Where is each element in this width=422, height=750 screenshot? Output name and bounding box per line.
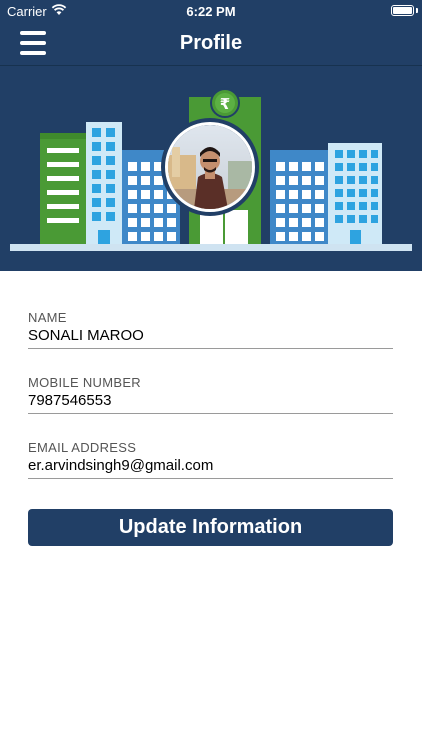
profile-header: Carrier 6:22 PM Profile ₹ — [0, 0, 422, 271]
mobile-label: MOBILE NUMBER — [28, 375, 141, 390]
rupee-icon: ₹ — [220, 95, 230, 113]
navigation-bar: Profile — [0, 22, 422, 66]
profile-form: NAME MOBILE NUMBER EMAIL ADDRESS — [28, 310, 393, 505]
status-bar: Carrier 6:22 PM — [0, 0, 422, 22]
profile-photo — [168, 125, 252, 209]
name-field-group: NAME — [28, 310, 393, 375]
profile-avatar-frame — [161, 118, 259, 216]
mobile-input[interactable] — [28, 391, 393, 414]
avatar[interactable] — [165, 122, 255, 212]
mobile-field-group: MOBILE NUMBER — [28, 375, 393, 440]
email-label: EMAIL ADDRESS — [28, 440, 137, 455]
email-field-group: EMAIL ADDRESS — [28, 440, 393, 505]
battery-tip — [416, 8, 418, 13]
name-input[interactable] — [28, 326, 393, 349]
name-label: NAME — [28, 310, 67, 325]
email-input[interactable] — [28, 456, 393, 479]
battery-icon — [391, 5, 414, 16]
status-time: 6:22 PM — [186, 4, 236, 19]
update-information-button[interactable]: Update Information — [28, 509, 393, 546]
page-title: Profile — [179, 32, 243, 54]
